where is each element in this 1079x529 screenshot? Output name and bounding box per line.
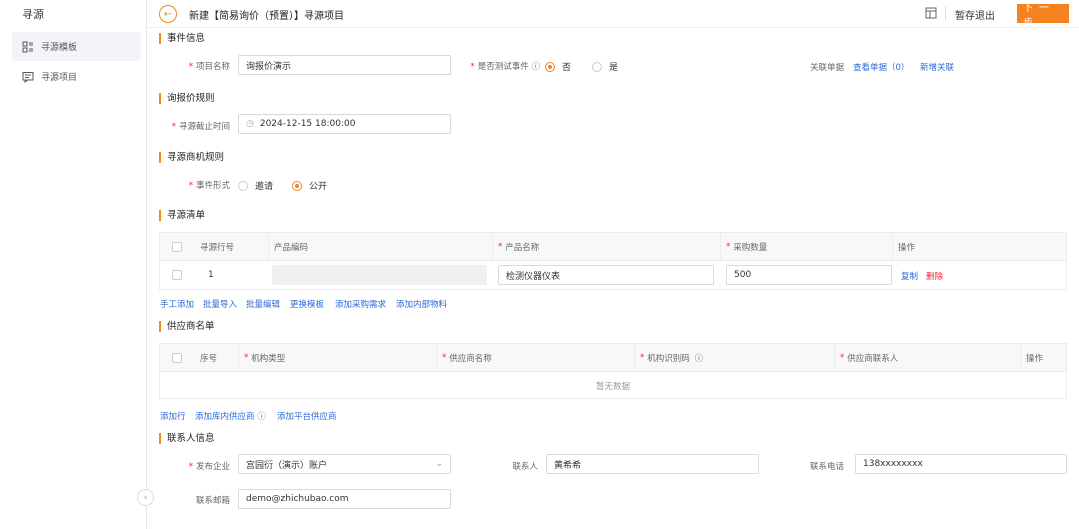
section-supplier-list: 供应商名单 [159,321,215,332]
test-event-radio-yes[interactable]: 是 [592,60,618,73]
contact-input[interactable]: 黄希希 [546,454,759,474]
add-relation-link[interactable]: 新增关联 [920,61,954,73]
deadline-label: * 寻源截止时间 [171,122,230,132]
contact-label: 联系人 [512,462,538,472]
col-quantity: * 采购数量 [726,242,768,253]
supplier-table: 序号 * 机构类型 * 供应商名称 * 机构识别码 ⓘ * 供应商联系人 操作 暂无数据 [159,343,1067,399]
section-sourcing-list: 寻源清单 [159,210,205,221]
select-all-checkbox[interactable] [172,242,182,252]
col-seq: 序号 [200,354,218,364]
empty-text: 暂无数据 [595,382,630,392]
supplier-table-header: 序号 * 机构类型 * 供应商名称 * 机构识别码 ⓘ * 供应商联系人 操作 [160,344,1066,372]
batch-edit-link[interactable]: 批量编辑 [246,298,280,310]
sidebar-item-project[interactable]: 寻源项目 [12,62,141,91]
col-line-no: 寻源行号 [200,243,235,253]
help-icon: ⓘ [257,412,266,422]
section-event-info: 事件信息 [159,33,205,44]
col-org-code: * 机构识别码 ⓘ [640,353,704,364]
manual-add-link[interactable]: 手工添加 [160,298,194,310]
product-code-input[interactable] [272,265,487,285]
back-button[interactable]: ← [159,5,177,23]
test-event-radio-no[interactable]: 否 [545,60,571,73]
sidebar-item-label: 寻源项目 [41,73,78,83]
row-line-no: 1 [208,270,214,280]
col-supplier-contact: * 供应商联系人 [840,353,899,364]
company-label: * 发布企业 [188,462,230,472]
change-template-link[interactable]: 更换模板 [290,298,324,310]
email-input[interactable]: demo@zhichubao.com [238,489,451,509]
sidebar-item-template[interactable]: 寻源模板 [12,32,141,61]
col-org-type: * 机构类型 [244,353,286,364]
related-doc-label: 关联单据 [810,63,845,73]
save-exit-button[interactable]: 暂存退出 [955,7,995,22]
help-icon: ⓘ [694,354,704,364]
chevron-down-icon: ⌄ [435,459,443,469]
product-name-input[interactable]: 检测仪器仪表 [498,265,714,285]
email-label: 联系邮箱 [195,496,230,506]
event-form-label: * 事件形式 [188,181,230,191]
copy-row-link[interactable]: 复制 [901,270,918,282]
col-product-code: 产品编码 [274,243,309,253]
phone-input[interactable]: 138xxxxxxxx [855,454,1067,474]
collapse-sidebar-button[interactable]: ‹ [137,489,154,506]
grid-icon [22,41,34,53]
chevron-left-icon: ‹ [143,492,148,503]
phone-label: 联系电话 [809,462,844,472]
section-supplier-rules: 寻源商机规则 [159,152,224,163]
add-purchase-demand-link[interactable]: 添加采购需求 [335,298,386,310]
section-quote-rules: 询报价规则 [159,93,215,104]
section-contact-info: 联系人信息 [159,433,215,444]
sourcing-table-header: 寻源行号 产品编码 * 产品名称 * 采购数量 操作 [160,233,1066,261]
view-doc-link[interactable]: 查看单据（0） [853,61,909,73]
add-platform-supplier-link[interactable]: 添加平台供应商 [277,410,337,422]
test-event-label: * 是否测试事件 ⓘ [470,62,540,72]
page-title: 新建【简易询价（预置）】寻源项目 [189,11,344,22]
form-radio-public[interactable]: 公开 [292,179,327,192]
project-name-label: * 项目名称 [188,62,230,72]
help-icon: ⓘ [531,62,540,72]
layout-icon[interactable] [925,7,937,19]
row-checkbox[interactable] [172,270,182,280]
header: ← 新建【简易询价（预置）】寻源项目 暂存退出 下一步 [147,0,1079,29]
col-supplier-actions: 操作 [1026,354,1044,364]
form-radio-invite[interactable]: 邀请 [238,179,273,192]
sourcing-table: 寻源行号 产品编码 * 产品名称 * 采购数量 操作 1 检测仪器仪表 500 复制… [159,232,1067,290]
batch-import-link[interactable]: 批量导入 [203,298,237,310]
deadline-input[interactable]: ◷ 2024-12-15 18:00:00 [238,114,451,134]
arrow-left-icon: ← [163,8,173,20]
quantity-input[interactable]: 500 [726,265,892,285]
sidebar: 寻源 寻源模板 寻源项目 [0,0,147,529]
project-name-input[interactable]: 询报价演示 [238,55,451,75]
add-row-link[interactable]: 添加行 [160,410,186,422]
next-step-button[interactable]: 下一步 [1017,3,1069,29]
col-product-name: * 产品名称 [498,242,540,253]
add-internal-material-link[interactable]: 添加内部物料 [396,298,447,310]
supplier-select-all-checkbox[interactable] [172,353,182,363]
message-icon [22,71,34,83]
sidebar-item-label: 寻源模板 [41,43,78,53]
header-divider [945,6,946,20]
clock-icon: ◷ [246,119,254,129]
col-supplier-name: * 供应商名称 [442,353,492,364]
delete-row-link[interactable]: 删除 [926,270,943,282]
sidebar-title: 寻源 [22,8,44,21]
add-library-supplier-link[interactable]: 添加库内供应商 ⓘ [195,410,266,422]
col-actions: 操作 [898,243,916,253]
company-select[interactable]: 宫园衍（演示）账户 ⌄ [238,454,451,474]
